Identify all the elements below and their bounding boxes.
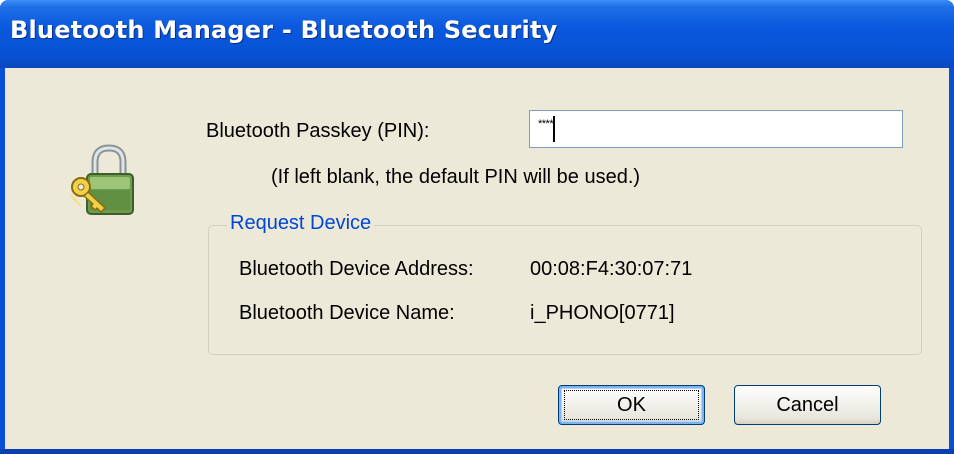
lock-and-key-icon: [70, 144, 134, 215]
passkey-input[interactable]: ****: [529, 110, 903, 148]
cancel-button[interactable]: Cancel: [734, 385, 881, 425]
text-caret: [553, 116, 556, 142]
window-title: Bluetooth Manager - Bluetooth Security: [10, 16, 558, 44]
request-device-group-title: Request Device: [227, 212, 375, 235]
device-name-label: Bluetooth Device Name:: [239, 302, 455, 324]
ok-button[interactable]: OK: [558, 385, 705, 425]
window-border-right: [949, 68, 954, 454]
device-name-value: i_PHONO[0771]: [530, 302, 675, 324]
passkey-hint: (If left blank, the default PIN will be …: [271, 166, 641, 188]
passkey-label: Bluetooth Passkey (PIN):: [206, 120, 430, 142]
device-address-label: Bluetooth Device Address:: [239, 258, 474, 280]
dialog-window: Bluetooth Manager - Bluetooth Security B…: [0, 0, 954, 454]
dialog-body: Bluetooth Passkey (PIN): **** (If left b…: [5, 68, 949, 449]
cancel-button-label: Cancel: [776, 394, 839, 416]
device-address-value: 00:08:F4:30:07:71: [530, 258, 693, 280]
request-device-group: [208, 225, 922, 355]
window-border-bottom: [0, 449, 954, 454]
passkey-value: ****: [538, 118, 554, 130]
ok-button-label: OK: [617, 394, 646, 416]
title-bar[interactable]: Bluetooth Manager - Bluetooth Security: [0, 0, 954, 68]
